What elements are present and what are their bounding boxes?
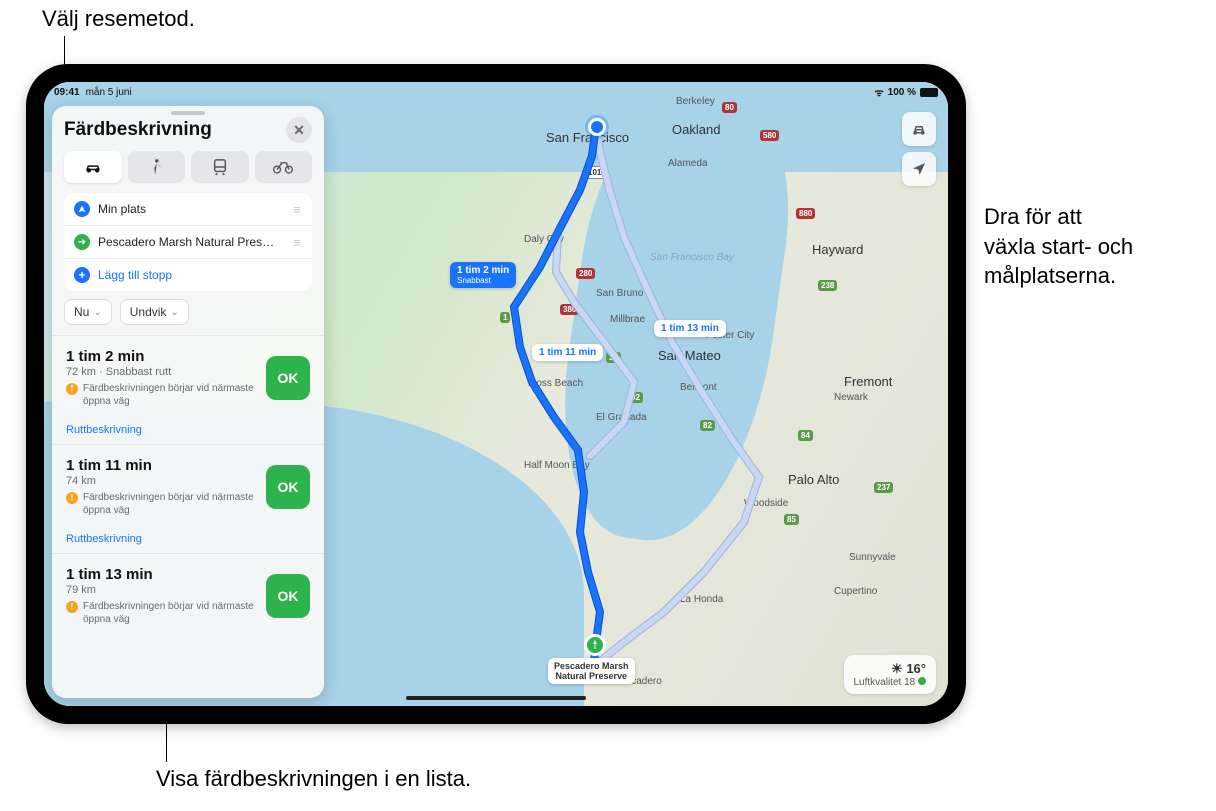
add-stop[interactable]: + Lägg till stopp	[64, 258, 312, 291]
ipad-frame: 09:41 mån 5 juni ᯤ 100 % San Francisco O…	[26, 64, 966, 724]
route-bubble-2[interactable]: 1 tim 11 min	[532, 344, 603, 361]
location-icon	[74, 201, 90, 217]
mode-transit[interactable]	[191, 151, 249, 183]
panel-title: Färdbeskrivning	[64, 119, 212, 141]
mode-cycle[interactable]	[255, 151, 313, 183]
callout-right: Dra för att växla start- och målplatsern…	[984, 202, 1133, 291]
wifi-icon: ᯤ	[875, 85, 884, 99]
transport-modes	[52, 151, 324, 193]
route-card[interactable]: 1 tim 11 min 74 km !Färdbeskrivningen bö…	[52, 444, 324, 529]
stop-destination[interactable]: ➜ Pescadero Marsh Natural Pres… ≡	[64, 225, 312, 258]
weather-icon: ☀	[891, 661, 903, 676]
go-button[interactable]: OK	[266, 465, 310, 509]
route-end-pin[interactable]	[584, 634, 606, 656]
reorder-handle[interactable]: ≡	[293, 202, 302, 217]
route-card[interactable]: 1 tim 13 min 79 km !Färdbeskrivningen bö…	[52, 553, 324, 638]
status-date: mån 5 juni	[86, 87, 132, 98]
status-time: 09:41	[54, 87, 80, 98]
mode-walk[interactable]	[128, 151, 186, 183]
route-start-dot	[588, 118, 606, 136]
warning-icon: !	[66, 492, 78, 504]
map-mode-button[interactable]	[902, 112, 936, 146]
reorder-handle[interactable]: ≡	[293, 235, 302, 250]
mode-drive[interactable]	[64, 151, 122, 183]
route-end-label: Pescadero MarshNatural Preserve	[548, 658, 635, 684]
warning-icon: !	[66, 383, 78, 395]
screen: 09:41 mån 5 juni ᯤ 100 % San Francisco O…	[44, 82, 948, 706]
battery-pct: 100 %	[888, 87, 916, 98]
panel-grabber[interactable]	[171, 111, 205, 115]
route-steps-link[interactable]: Ruttbeskrivning	[66, 533, 310, 545]
add-icon: +	[74, 267, 90, 283]
weather-widget[interactable]: ☀ 16° Luftkvalitet 18	[844, 655, 937, 694]
statusbar: 09:41 mån 5 juni ᯤ 100 %	[44, 82, 948, 102]
route-bubble-3[interactable]: 1 tim 13 min	[654, 320, 726, 337]
route-card[interactable]: 1 tim 2 min 72 km · Snabbast rutt !Färdb…	[52, 335, 324, 420]
home-indicator[interactable]	[406, 696, 586, 700]
callout-bottom: Visa färdbeskrivningen i en lista.	[156, 766, 471, 792]
callout-top: Välj resemetod.	[42, 6, 195, 32]
battery-icon	[920, 88, 938, 97]
route-steps-link[interactable]: Ruttbeskrivning	[66, 424, 310, 436]
route-bubble-1[interactable]: 1 tim 2 min Snabbast	[450, 262, 516, 288]
avoid-chip[interactable]: Undvik	[120, 299, 189, 325]
destination-icon: ➜	[74, 234, 90, 250]
warning-icon: !	[66, 601, 78, 613]
go-button[interactable]: OK	[266, 574, 310, 618]
directions-panel: Färdbeskrivning ✕ Min plats ≡ ➜ Pescader…	[52, 106, 324, 698]
routes-list[interactable]: 1 tim 2 min 72 km · Snabbast rutt !Färdb…	[52, 335, 324, 698]
stop-origin[interactable]: Min plats ≡	[64, 193, 312, 225]
map-locate-button[interactable]	[902, 152, 936, 186]
close-button[interactable]: ✕	[286, 117, 312, 143]
stops-list: Min plats ≡ ➜ Pescadero Marsh Natural Pr…	[64, 193, 312, 291]
depart-time-chip[interactable]: Nu	[64, 299, 112, 325]
go-button[interactable]: OK	[266, 356, 310, 400]
